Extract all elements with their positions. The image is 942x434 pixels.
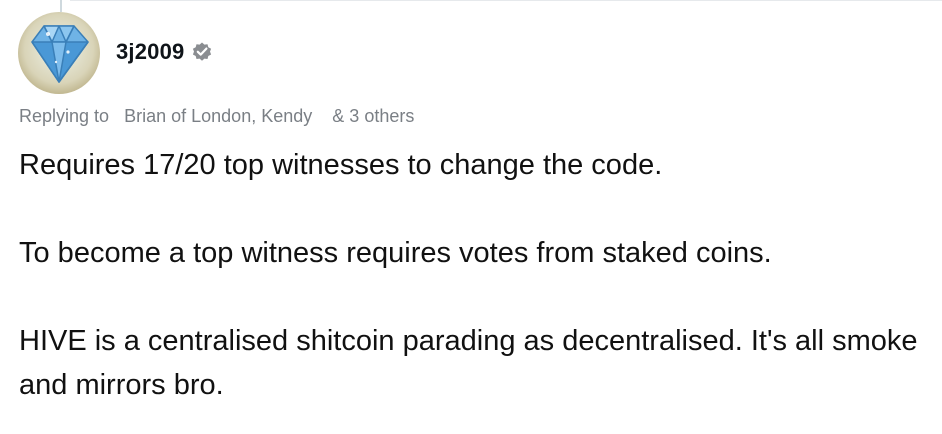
verified-badge-icon: [191, 41, 213, 63]
avatar[interactable]: [18, 12, 100, 94]
author-row: 3j2009: [116, 39, 213, 65]
top-divider: [70, 0, 942, 1]
thread-connector-line: [60, 0, 62, 12]
tweet-header: 3j2009: [18, 12, 213, 94]
replying-prefix: Replying to: [19, 106, 110, 126]
tweet-paragraph: To become a top witness requires votes f…: [19, 237, 772, 269]
replying-others[interactable]: & 3 others: [332, 106, 414, 126]
tweet-paragraph: HIVE is a centralised shitcoin parading …: [19, 325, 918, 401]
tweet-paragraph: Requires 17/20 top witnesses to change t…: [19, 149, 663, 181]
author-username[interactable]: 3j2009: [116, 39, 185, 65]
replying-recipients[interactable]: Brian of London, Kendy: [124, 106, 312, 126]
replying-to: Replying to Brian of London, Kendy & 3 o…: [19, 106, 414, 127]
tweet-text: Requires 17/20 top witnesses to change t…: [19, 143, 934, 407]
diamond-avatar-icon: [18, 12, 100, 94]
